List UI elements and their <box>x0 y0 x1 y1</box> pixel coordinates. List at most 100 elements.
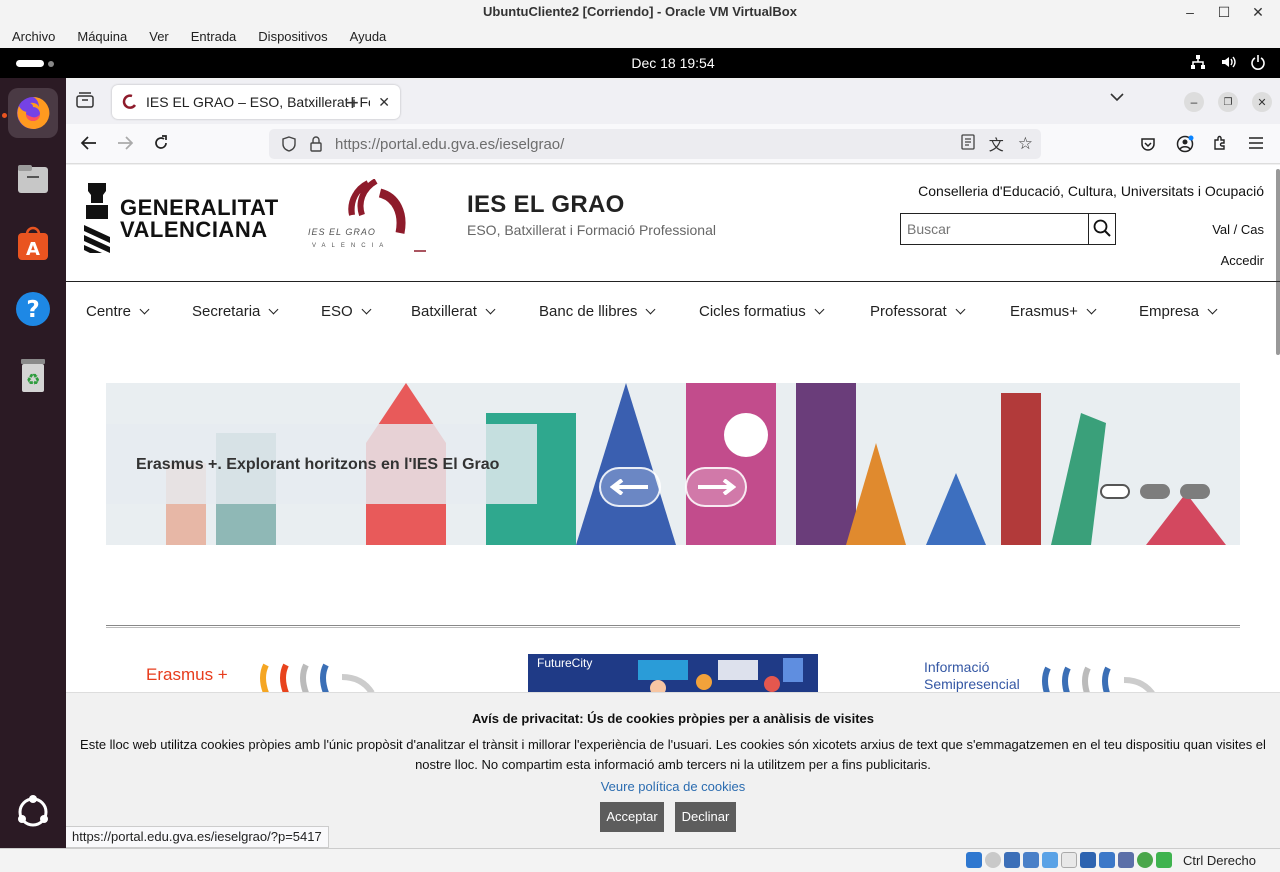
semipresencial-tile[interactable]: Informació Semipresencial <box>924 659 1157 696</box>
active-app-indicator <box>2 113 7 118</box>
menu-archivo[interactable]: Archivo <box>12 29 55 44</box>
close-window-icon[interactable]: ✕ <box>1252 92 1272 112</box>
optical-drive-icon[interactable] <box>985 852 1001 868</box>
nav-professorat[interactable]: Professorat <box>870 303 1010 320</box>
restore-icon[interactable]: ❐ <box>1218 92 1238 112</box>
shared-folders-icon[interactable] <box>1061 852 1077 868</box>
svg-text:A: A <box>26 239 40 260</box>
nav-secretaria[interactable]: Secretaria <box>192 303 321 320</box>
vbox-device-icons <box>966 852 1172 868</box>
tab-overview-icon[interactable] <box>76 92 94 108</box>
cookie-accept-button[interactable]: Acceptar <box>600 802 664 832</box>
tracking-protection-icon[interactable] <box>281 136 297 152</box>
system-tray[interactable] <box>1190 54 1266 70</box>
files-icon[interactable] <box>8 154 58 204</box>
nav-empresa[interactable]: Empresa <box>1139 303 1229 320</box>
usb-icon[interactable] <box>1042 852 1058 868</box>
clock[interactable]: Dec 18 19:54 <box>0 55 1280 71</box>
help-icon[interactable]: ? <box>8 284 58 334</box>
account-icon[interactable] <box>1176 135 1194 153</box>
keyboard-capture-icon[interactable] <box>1156 852 1172 868</box>
slider-dot[interactable] <box>1100 484 1130 499</box>
search-input[interactable] <box>901 214 1088 244</box>
generalitat-line2: VALENCIANA <box>120 217 268 242</box>
slider-next-button[interactable] <box>685 467 747 507</box>
browser-navbar: https://portal.edu.gva.es/ieselgrao/ 文 ☆ <box>66 124 1280 164</box>
url-text[interactable]: https://portal.edu.gva.es/ieselgrao/ <box>335 136 564 153</box>
page-title[interactable]: IES EL GRAO <box>467 191 625 219</box>
close-tab-icon[interactable]: ✕ <box>378 94 390 111</box>
menu-ver[interactable]: Ver <box>149 29 169 44</box>
new-tab-icon[interactable]: + <box>346 90 359 116</box>
slider-dot[interactable] <box>1180 484 1210 499</box>
minimize-icon[interactable]: – <box>1180 4 1200 20</box>
generalitat-logo[interactable]: GENERALITAT VALENCIANA <box>82 181 279 257</box>
search-button[interactable] <box>1088 214 1115 244</box>
reload-icon[interactable] <box>153 135 169 151</box>
menu-dispositivos[interactable]: Dispositivos <box>258 29 327 44</box>
erasmus-tile[interactable]: Erasmus + <box>146 663 375 693</box>
audio-icon[interactable] <box>1004 852 1020 868</box>
firefox-icon[interactable] <box>8 88 58 138</box>
nav-cicles-formatius[interactable]: Cicles formatius <box>699 303 870 320</box>
menu-ayuda[interactable]: Ayuda <box>350 29 387 44</box>
ubuntu-top-bar: Dec 18 19:54 <box>0 48 1280 78</box>
nav-centre[interactable]: Centre <box>86 303 192 320</box>
menu-maquina[interactable]: Máquina <box>77 29 127 44</box>
slide-caption[interactable]: Erasmus +. Explorant horitzons en l'IES … <box>106 424 537 504</box>
generalitat-line1: GENERALITAT <box>120 195 279 220</box>
hero-slider: Erasmus +. Explorant horitzons en l'IES … <box>106 383 1240 545</box>
network-icon <box>1191 55 1205 69</box>
nav-banc-de-llibres[interactable]: Banc de llibres <box>539 303 699 320</box>
maximize-icon[interactable]: ☐ <box>1214 4 1234 21</box>
cpu-icon[interactable] <box>1118 852 1134 868</box>
cookie-banner: Avís de privacitat: Ús de cookies pròpie… <box>66 692 1280 848</box>
url-bar[interactable]: https://portal.edu.gva.es/ieselgrao/ 文 ☆ <box>269 129 1041 159</box>
reader-view-icon[interactable] <box>961 133 975 150</box>
pocket-icon[interactable] <box>1140 136 1156 152</box>
vbox-window-title: UbuntuCliente2 [Corriendo] - Oracle VM V… <box>0 0 1280 24</box>
nav-eso[interactable]: ESO <box>321 303 411 320</box>
hard-disk-icon[interactable] <box>966 852 982 868</box>
conselleria-link[interactable]: Conselleria d'Educació, Cultura, Univers… <box>918 183 1264 199</box>
host-key-label: Ctrl Derecho <box>1183 853 1256 868</box>
url-actions: 文 ☆ <box>961 133 1041 155</box>
menu-icon[interactable] <box>1248 136 1264 150</box>
list-tabs-icon[interactable] <box>1110 92 1124 102</box>
show-apps-icon[interactable] <box>8 787 58 837</box>
link-status-tooltip: https://portal.edu.gva.es/ieselgrao/?p=5… <box>66 826 329 848</box>
menu-entrada[interactable]: Entrada <box>191 29 237 44</box>
forward-icon[interactable] <box>116 135 134 151</box>
grao-logo-sub: VALENCIA <box>312 243 390 249</box>
ies-el-grao-logo[interactable]: IES EL GRAO VALENCIA <box>306 178 428 259</box>
erasmus-logo-icon <box>260 663 375 693</box>
slider-dots <box>1100 484 1210 499</box>
nav-erasmus[interactable]: Erasmus+ <box>1010 303 1139 320</box>
app-center-icon[interactable]: A <box>8 219 58 269</box>
slider-dot[interactable] <box>1140 484 1170 499</box>
video-capture-icon[interactable] <box>1099 852 1115 868</box>
back-icon[interactable] <box>80 135 98 151</box>
language-switch[interactable]: Val / Cas <box>1212 222 1264 237</box>
chevron-down-icon <box>955 304 966 315</box>
trash-icon[interactable]: ♻ <box>8 350 58 400</box>
cookie-decline-button[interactable]: Declinar <box>675 802 736 832</box>
section-divider <box>106 625 1240 628</box>
display-icon[interactable] <box>1080 852 1096 868</box>
cookie-policy-link[interactable]: Veure política de cookies <box>66 779 1280 794</box>
page-scrollbar[interactable] <box>1276 169 1280 355</box>
translate-icon[interactable]: 文 <box>989 134 1004 155</box>
nav-batxillerat[interactable]: Batxillerat <box>411 303 539 320</box>
slider-prev-button[interactable] <box>599 467 661 507</box>
login-link[interactable]: Accedir <box>1221 253 1264 268</box>
cookie-title: Avís de privacitat: Ús de cookies pròpie… <box>472 711 874 726</box>
minimize-icon[interactable]: – <box>1184 92 1204 112</box>
futurecity-tile[interactable]: FutureCity <box>528 654 818 694</box>
lock-icon[interactable] <box>309 136 323 152</box>
guest-additions-icon[interactable] <box>1137 852 1153 868</box>
network-adapter-icon[interactable] <box>1023 852 1039 868</box>
browser-tab-strip: IES EL GRAO – ESO, Batxillerat i Formaci… <box>66 80 1280 124</box>
bookmark-star-icon[interactable]: ☆ <box>1018 134 1033 155</box>
extensions-icon[interactable] <box>1212 135 1228 151</box>
close-icon[interactable]: ✕ <box>1248 4 1268 21</box>
